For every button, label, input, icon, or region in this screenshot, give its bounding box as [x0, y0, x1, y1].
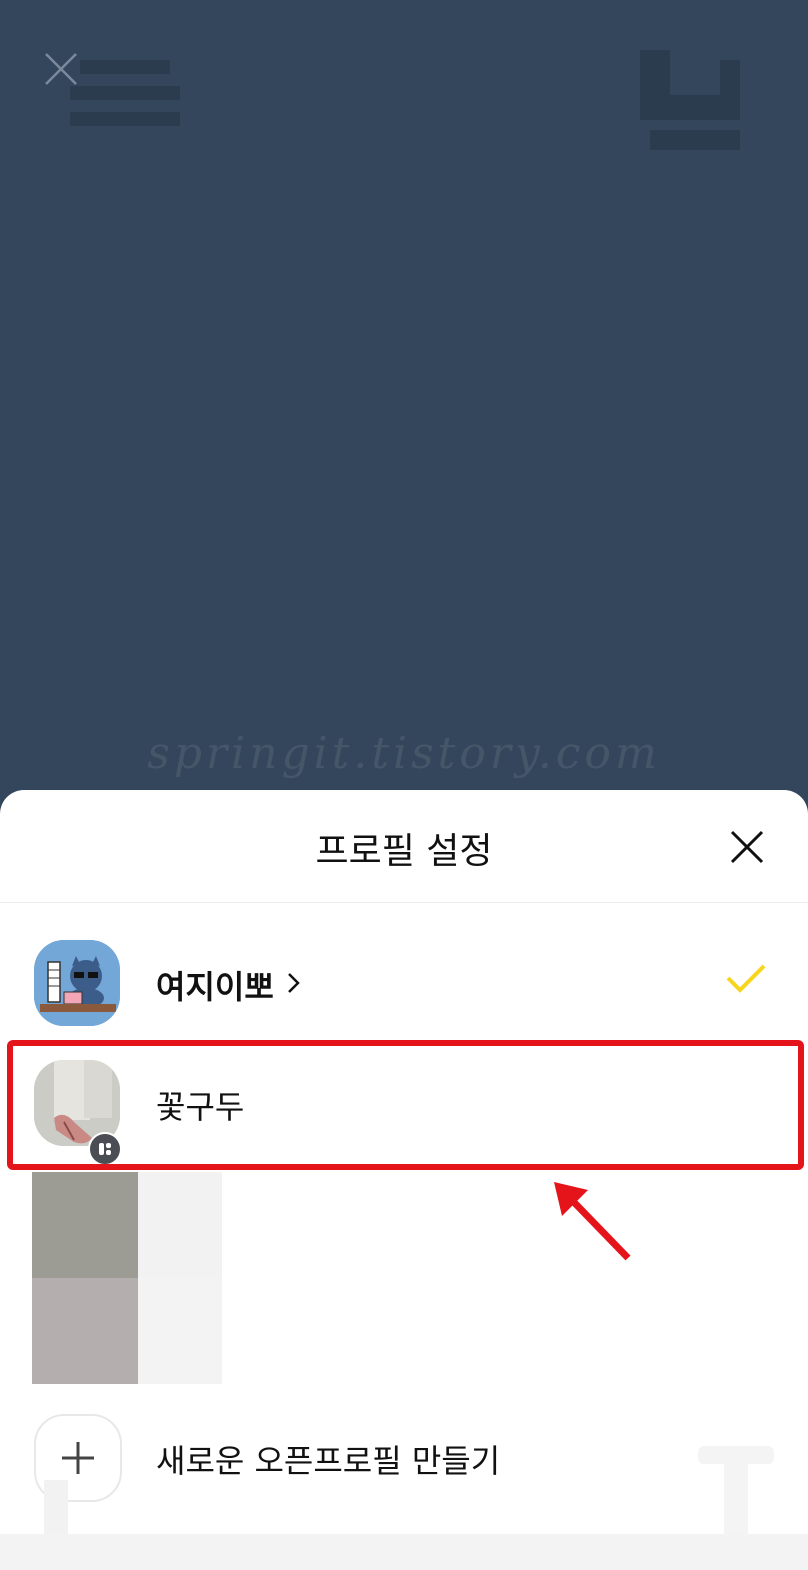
sheet-title: 프로필 설정: [315, 831, 493, 872]
chevron-right-icon: [288, 973, 300, 993]
avatar-character-icon: [34, 940, 120, 1026]
settings-icon: [640, 50, 740, 150]
profile-item-open[interactable]: 꽃구두: [0, 1048, 808, 1166]
profile-settings-sheet: 프로필 설정 여지이뽀 꽃구두 새로운 오픈프로필 만들기: [0, 790, 808, 1570]
check-icon: [726, 964, 766, 993]
close-icon[interactable]: [728, 828, 766, 866]
create-open-profile-button[interactable]: 새로운 오픈프로필 만들기: [0, 1410, 808, 1510]
background-text-shape: [698, 1446, 774, 1536]
open-profile-badge-icon: [88, 1132, 122, 1166]
watermark: springit.tistory.com: [147, 728, 661, 779]
create-open-profile-label: 새로운 오픈프로필 만들기: [156, 1442, 501, 1480]
profile-item-main[interactable]: 여지이뽀: [0, 928, 808, 1038]
gift-icon: [70, 60, 180, 126]
mosaic-blur: [32, 1172, 222, 1384]
bottom-bar: [0, 1534, 808, 1570]
arrow-annotation-icon: [554, 1182, 631, 1261]
sheet-header: 프로필 설정: [0, 790, 808, 903]
profile-name: 꽃구두: [156, 1088, 245, 1126]
avatar: [34, 940, 120, 1026]
profile-name: 여지이뽀: [156, 968, 274, 1006]
